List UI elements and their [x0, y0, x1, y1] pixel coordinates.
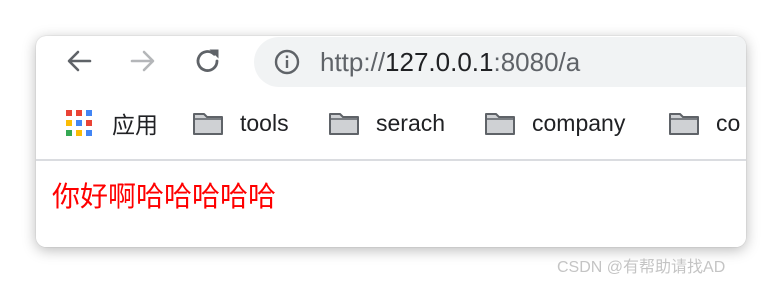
bookmark-folder-tools[interactable]: tools	[192, 108, 289, 138]
page-text: 你好啊哈哈哈哈哈	[52, 181, 277, 212]
forward-button[interactable]	[126, 44, 160, 78]
bookmark-folder-company[interactable]: company	[484, 108, 625, 138]
folder-icon	[193, 113, 223, 135]
bookmark-label: co	[716, 109, 741, 136]
bookmark-apps[interactable]: 应用	[66, 108, 158, 138]
arrow-right-icon	[130, 50, 155, 72]
browser-window: http://127.0.0.1:8080/a 应用 tools serach …	[36, 36, 746, 247]
folder-icon	[669, 113, 699, 135]
url-port-path: :8080/a	[493, 47, 581, 77]
browser-toolbar: http://127.0.0.1:8080/a	[36, 36, 746, 87]
page-content: 你好啊哈哈哈哈哈	[36, 161, 746, 247]
folder-icon	[329, 113, 359, 135]
url-scheme: http://	[320, 47, 386, 77]
url-host: 127.0.0.1	[385, 47, 494, 77]
apps-grid-icon	[66, 110, 92, 136]
back-button[interactable]	[62, 44, 96, 78]
bookmark-label: serach	[376, 109, 446, 136]
bookmark-folder-serach[interactable]: serach	[328, 108, 445, 138]
watermark: CSDN @有帮助请找AD	[557, 259, 726, 276]
reload-icon	[196, 49, 219, 72]
url-text[interactable]: http://127.0.0.1:8080/a	[320, 37, 580, 87]
address-bar[interactable]: http://127.0.0.1:8080/a	[254, 37, 746, 87]
info-circle-icon[interactable]	[274, 49, 300, 75]
arrow-left-icon	[67, 50, 92, 72]
reload-button[interactable]	[191, 44, 225, 78]
bookmarks-bar: 应用 tools serach company co	[36, 94, 746, 154]
bookmark-folder-co[interactable]: co	[668, 108, 740, 138]
folder-icon	[485, 113, 515, 135]
bookmark-label: 应用	[112, 112, 158, 138]
bookmark-label: company	[532, 109, 626, 136]
bookmark-label: tools	[240, 109, 289, 136]
